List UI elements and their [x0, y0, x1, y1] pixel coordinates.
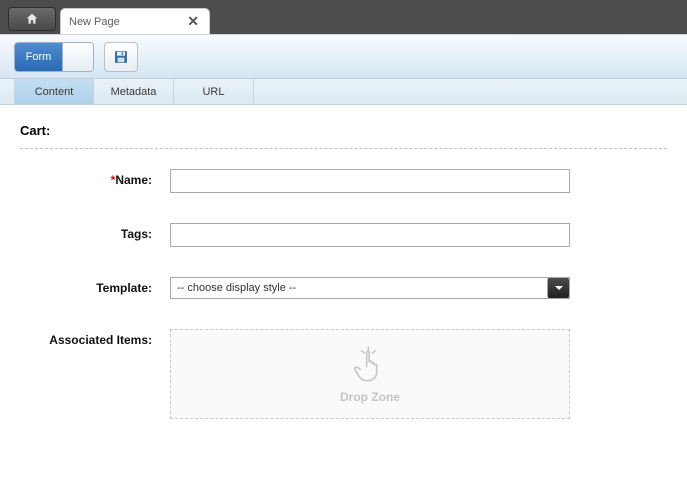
section-title: Cart:	[20, 123, 667, 149]
tags-input[interactable]	[170, 223, 570, 247]
hand-pointer-icon	[350, 344, 390, 384]
document-tab-label: New Page	[69, 16, 185, 28]
name-label: *Name:	[20, 169, 170, 187]
name-input[interactable]	[170, 169, 570, 193]
row-tags: Tags:	[20, 223, 667, 247]
tab-url[interactable]: URL	[174, 79, 254, 104]
form-mode-button[interactable]: Form	[15, 43, 63, 71]
template-selected-value: -- choose display style --	[171, 278, 547, 298]
document-tab[interactable]: New Page ✕	[60, 8, 210, 34]
title-bar: New Page ✕	[0, 0, 687, 34]
close-icon[interactable]: ✕	[185, 13, 201, 30]
tab-content[interactable]: Content	[14, 79, 94, 104]
name-label-text: Name:	[115, 173, 152, 187]
save-button[interactable]	[104, 42, 138, 72]
select-dropdown-button[interactable]	[547, 278, 569, 298]
save-icon	[113, 49, 129, 65]
row-template: Template: -- choose display style --	[20, 277, 667, 299]
template-select[interactable]: -- choose display style --	[170, 277, 570, 299]
content-tabs: Content Metadata URL	[0, 79, 687, 105]
associated-items-label: Associated Items:	[20, 329, 170, 347]
alt-mode-button[interactable]	[63, 43, 93, 71]
row-name: *Name:	[20, 169, 667, 193]
tab-metadata[interactable]: Metadata	[94, 79, 174, 104]
toolbar: Form	[0, 34, 687, 79]
chevron-down-icon	[554, 283, 564, 293]
row-associated-items: Associated Items: Drop Zone	[20, 329, 667, 419]
template-label: Template:	[20, 277, 170, 295]
dropzone-label: Drop Zone	[340, 390, 400, 404]
view-mode-toggle: Form	[14, 42, 94, 72]
associated-items-dropzone[interactable]: Drop Zone	[170, 329, 570, 419]
home-button[interactable]	[8, 7, 56, 31]
content-pane: Cart: *Name: Tags: Template:	[0, 105, 687, 459]
tags-label: Tags:	[20, 223, 170, 241]
home-icon	[25, 12, 39, 26]
